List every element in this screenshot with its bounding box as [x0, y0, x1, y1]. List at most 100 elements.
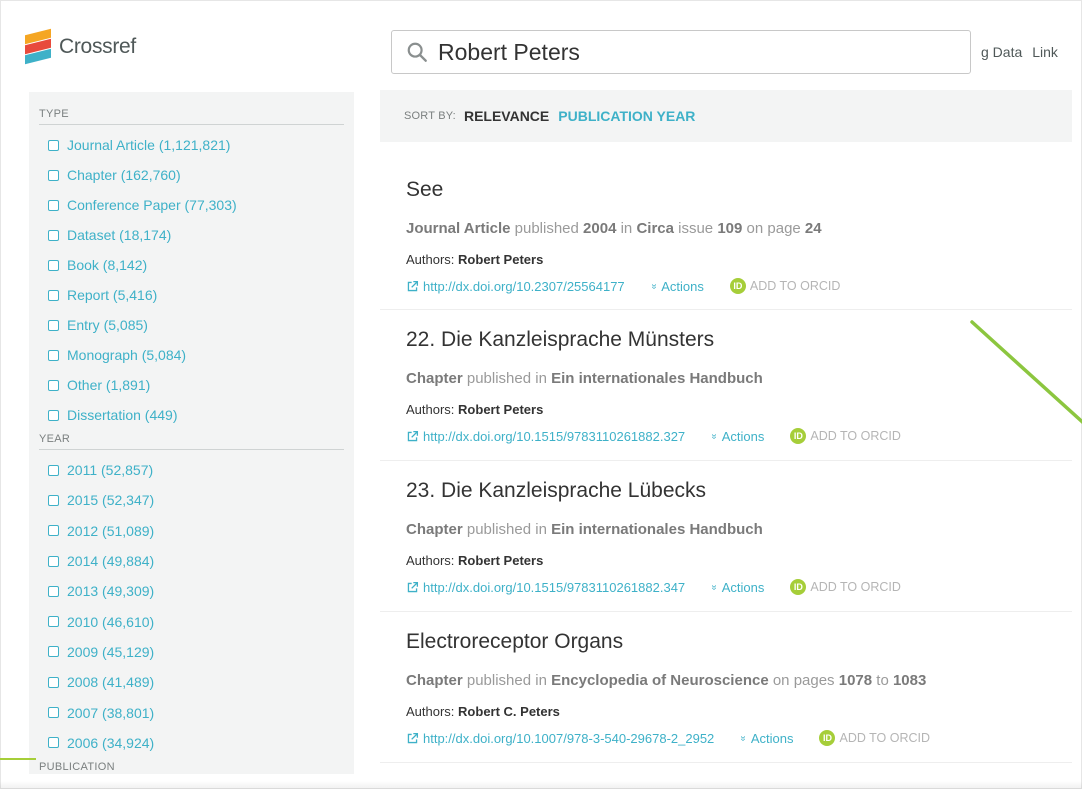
actions-button[interactable]: » Actions	[708, 429, 764, 444]
type-facet-item[interactable]: Report (5,416)	[48, 280, 344, 310]
type-facet-list: Journal Article (1,121,821) Chapter (162,…	[39, 130, 344, 430]
year-facet-checkbox[interactable]	[48, 464, 59, 476]
type-facet-checkbox[interactable]	[48, 319, 59, 331]
author-name: Robert Peters	[458, 553, 544, 568]
doi-link[interactable]: http://dx.doi.org/10.2307/25564177	[406, 279, 625, 294]
year-facet-item[interactable]: 2015 (52,347)	[48, 485, 344, 515]
add-to-orcid-button[interactable]: iD ADD TO ORCID	[790, 428, 901, 444]
year-facet-checkbox[interactable]	[48, 616, 59, 628]
type-facet-item[interactable]: Chapter (162,760)	[48, 160, 344, 190]
result-meta-value: Chapter	[406, 370, 463, 387]
search-box[interactable]	[391, 30, 971, 74]
orcid-icon: iD	[819, 730, 836, 746]
year-facet-item[interactable]: 2006 (34,924)	[48, 728, 344, 758]
actions-label: Actions	[721, 579, 765, 595]
crossref-logo-icon	[25, 28, 53, 65]
year-facet-item[interactable]: 2009 (45,129)	[48, 637, 344, 667]
type-facet-checkbox[interactable]	[48, 289, 59, 301]
result-meta: Chapter published in Encyclopedia of Neu…	[406, 672, 1072, 692]
year-facet-label: 2008 (41,489)	[67, 674, 155, 691]
type-facet-label: Chapter (162,760)	[67, 167, 181, 183]
result-authors: Authors: Robert C. Peters	[406, 704, 1072, 719]
type-facet-label: Monograph (5,084)	[67, 347, 187, 363]
type-facet-checkbox[interactable]	[48, 169, 59, 181]
type-facet-item[interactable]: Monograph (5,084)	[48, 340, 344, 370]
add-to-orcid-button[interactable]: iD ADD TO ORCID	[729, 278, 840, 294]
year-facet-checkbox[interactable]	[48, 676, 59, 688]
actions-label: Actions	[661, 278, 704, 294]
top-nav-item-data[interactable]: g Data	[981, 44, 1022, 60]
result-links: http://dx.doi.org/10.2307/25564177 » Actio…	[406, 278, 1072, 294]
type-facet-item[interactable]: Book (8,142)	[48, 250, 344, 280]
sort-publication-year-option[interactable]: PUBLICATION YEAR	[558, 108, 695, 124]
type-facet-item[interactable]: Dataset (18,174)	[48, 220, 344, 250]
actions-button[interactable]: » Actions	[648, 278, 704, 294]
result-title[interactable]: 23. Die Kanzleisprache Lübecks	[406, 461, 1072, 507]
type-facet-item[interactable]: Dissertation (449)	[48, 400, 344, 430]
year-facet-checkbox[interactable]	[48, 737, 59, 749]
add-to-orcid-button[interactable]: iD ADD TO ORCID	[819, 730, 930, 746]
doi-link[interactable]: http://dx.doi.org/10.1007/978-3-540-2967…	[406, 731, 714, 746]
author-name: Robert Peters	[458, 252, 544, 267]
type-facet-item[interactable]: Other (1,891)	[48, 370, 344, 400]
year-facet-item[interactable]: 2007 (38,801)	[48, 697, 344, 727]
add-to-orcid-button[interactable]: iD ADD TO ORCID	[790, 579, 901, 595]
year-facet-checkbox[interactable]	[48, 707, 59, 719]
year-facet-label: 2013 (49,309)	[67, 583, 155, 600]
type-facet-checkbox[interactable]	[48, 349, 59, 361]
publication-facet-heading: PUBLICATION	[39, 761, 344, 774]
result-title[interactable]: Electroreceptor Organs	[406, 612, 1072, 658]
year-facet-item[interactable]: 2013 (49,309)	[48, 576, 344, 606]
result-authors: Authors: Robert Peters	[406, 252, 1072, 267]
doi-url: http://dx.doi.org/10.1515/9783110261882.…	[423, 579, 686, 595]
type-facet-checkbox[interactable]	[48, 409, 59, 421]
top-nav: g Data Link	[981, 44, 1068, 60]
type-facet-item[interactable]: Journal Article (1,121,821)	[48, 130, 344, 160]
author-name: Robert C. Peters	[458, 704, 560, 719]
year-facet-checkbox[interactable]	[48, 525, 59, 537]
type-facet-checkbox[interactable]	[48, 229, 59, 241]
result-meta-value: 24	[804, 220, 822, 237]
result-meta-value: 1083	[892, 672, 927, 689]
annotation-underline	[0, 758, 36, 760]
year-facet-label: 2012 (51,089)	[67, 522, 155, 539]
type-facet-checkbox[interactable]	[48, 379, 59, 391]
type-facet-item[interactable]: Entry (5,085)	[48, 310, 344, 340]
result-meta-text: issue	[673, 220, 718, 237]
doi-url: http://dx.doi.org/10.1007/978-3-540-2967…	[423, 730, 715, 746]
year-facet-checkbox[interactable]	[48, 646, 59, 658]
type-facet-checkbox[interactable]	[48, 259, 59, 271]
crossref-logo[interactable]: Crossref	[25, 28, 136, 65]
doi-link[interactable]: http://dx.doi.org/10.1515/9783110261882.…	[406, 580, 685, 595]
sort-bar: SORT BY: RELEVANCE PUBLICATION YEAR	[380, 90, 1072, 142]
double-chevron-down-icon: »	[708, 584, 720, 590]
year-facet-item[interactable]: 2012 (51,089)	[48, 516, 344, 546]
top-nav-item-link[interactable]: Link	[1032, 44, 1058, 60]
year-facet-label: 2007 (38,801)	[67, 704, 155, 721]
result-meta-text: to	[872, 672, 893, 689]
result-links: http://dx.doi.org/10.1007/978-3-540-2967…	[406, 730, 1072, 746]
year-facet-checkbox[interactable]	[48, 555, 59, 567]
year-facet-checkbox[interactable]	[48, 585, 59, 597]
result-title[interactable]: See	[406, 160, 1072, 206]
result-meta: Chapter published in Ein internationales…	[406, 370, 1072, 390]
actions-button[interactable]: » Actions	[708, 579, 765, 595]
year-facet-item[interactable]: 2011 (52,857)	[48, 455, 344, 485]
year-facet-checkbox[interactable]	[48, 494, 59, 506]
type-facet-checkbox[interactable]	[48, 139, 59, 151]
year-facet-item[interactable]: 2008 (41,489)	[48, 667, 344, 697]
year-facet-item[interactable]: 2010 (46,610)	[48, 606, 344, 636]
type-facet-checkbox[interactable]	[48, 199, 59, 211]
result-meta-value: Ein internationales Handbuch	[551, 521, 763, 538]
result-meta: Chapter published in Ein internationales…	[406, 521, 1072, 541]
double-chevron-down-icon: »	[708, 433, 720, 439]
year-facet-item[interactable]: 2014 (49,884)	[48, 546, 344, 576]
page-bottom-shadow	[0, 781, 1082, 789]
type-facet-item[interactable]: Conference Paper (77,303)	[48, 190, 344, 220]
actions-button[interactable]: » Actions	[738, 731, 794, 746]
doi-link[interactable]: http://dx.doi.org/10.1515/9783110261882.…	[406, 429, 685, 444]
result-title[interactable]: 22. Die Kanzleisprache Münsters	[406, 310, 1072, 356]
search-input[interactable]	[438, 38, 938, 66]
sort-relevance-option[interactable]: RELEVANCE	[464, 108, 549, 124]
result-meta-text: on page	[742, 220, 805, 237]
